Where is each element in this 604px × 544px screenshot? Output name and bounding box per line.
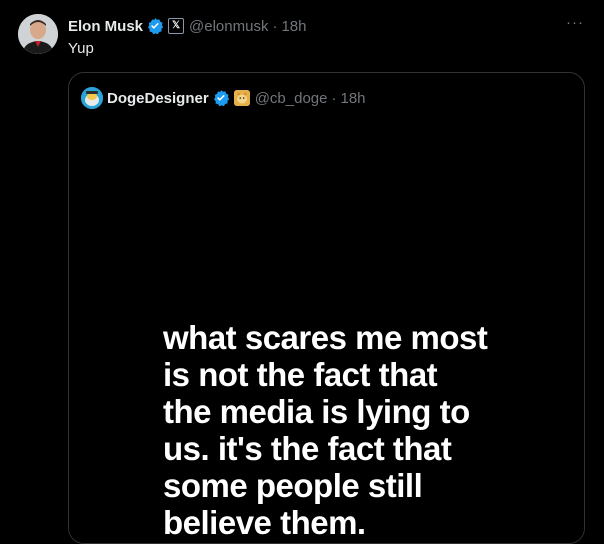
separator: · (272, 17, 278, 35)
author-handle[interactable]: @elonmusk (189, 18, 268, 35)
quoted-tweet-timestamp[interactable]: 18h (340, 90, 365, 107)
x-affiliation-icon: 𝕏 (168, 18, 185, 34)
quoted-author-handle[interactable]: @cb_doge (255, 90, 328, 107)
tweet[interactable]: Elon Musk 𝕏 @elonmusk · 18h ··· Yup Doge… (0, 0, 604, 544)
image-text-line: some people still (163, 467, 423, 504)
more-options-icon[interactable]: ··· (566, 14, 584, 31)
quoted-tweet-header: DogeDesigner @cb_doge · 18h (81, 87, 366, 109)
quoted-author-avatar (81, 87, 103, 109)
doge-affiliation-icon (233, 90, 250, 106)
image-text-line: what scares me most (163, 319, 488, 356)
image-text-line: us. it's the fact that (163, 430, 452, 467)
verified-badge-icon (147, 18, 164, 35)
quoted-author-name[interactable]: DogeDesigner (107, 90, 209, 107)
image-caption-text: what scares me most is not the fact that… (163, 319, 523, 541)
quoted-tweet-image[interactable]: what scares me most is not the fact that… (69, 123, 584, 543)
image-text-line: the media is lying to (163, 393, 470, 430)
tweet-timestamp[interactable]: 18h (281, 18, 306, 35)
quoted-tweet[interactable]: DogeDesigner @cb_doge · 18h what scares … (68, 72, 585, 544)
tweet-header: Elon Musk 𝕏 @elonmusk · 18h (68, 16, 306, 36)
author-avatar[interactable] (18, 14, 58, 54)
image-text-line: is not the fact that (163, 356, 438, 393)
verified-badge-icon (213, 90, 229, 107)
separator: · (331, 89, 337, 107)
image-text-line: believe them. (163, 504, 366, 541)
tweet-text: Yup (68, 40, 94, 57)
author-name[interactable]: Elon Musk (68, 18, 143, 35)
